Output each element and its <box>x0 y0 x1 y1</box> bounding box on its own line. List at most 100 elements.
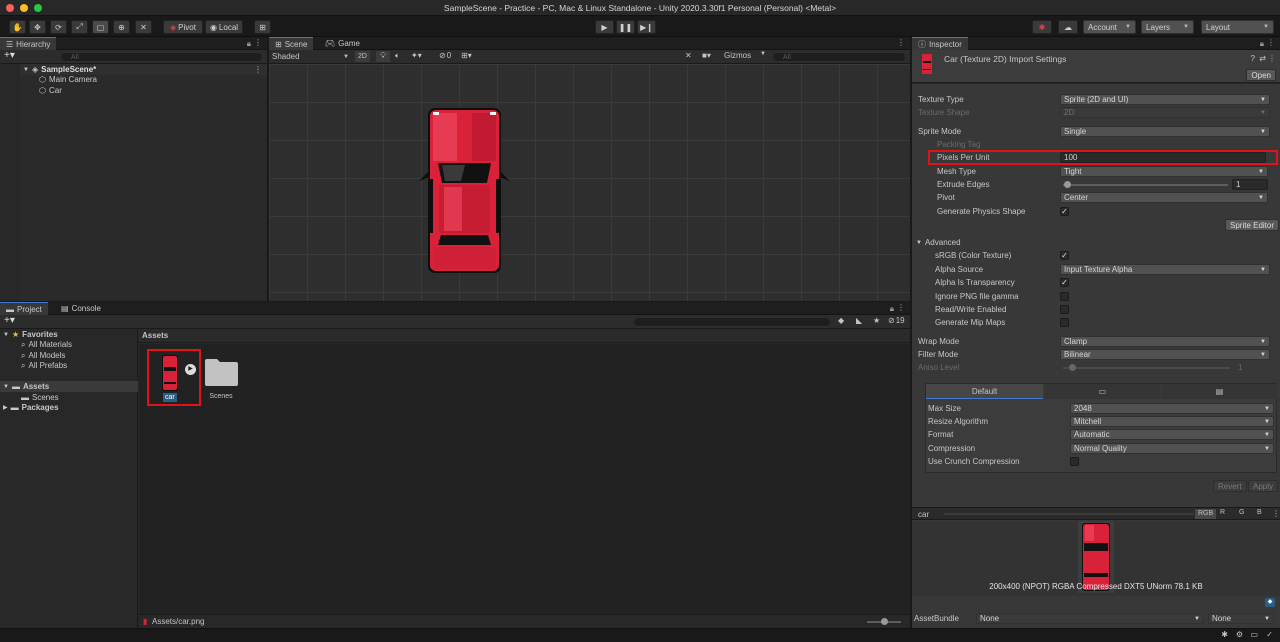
tab-project[interactable]: ▬ Project <box>0 302 48 315</box>
2d-toggle-button[interactable]: 2D <box>355 51 370 62</box>
panel-menu-icon[interactable]: ⋮ <box>897 303 905 312</box>
local-toggle-button[interactable]: ◉ Local <box>205 20 243 34</box>
mip-slider-icon[interactable]: ⋮ <box>1272 509 1280 518</box>
cache-icon[interactable]: ▭ <box>1250 630 1258 639</box>
tab-scene[interactable]: ⊞ Scene <box>269 37 314 50</box>
channel-b-button[interactable]: B <box>1257 509 1262 516</box>
project-search-input[interactable] <box>633 317 831 327</box>
list-item[interactable]: ⬡ Car <box>39 85 62 96</box>
alpha-transparency-checkbox[interactable]: ✓ <box>1060 278 1069 287</box>
filter-type-icon[interactable]: ◆ <box>838 316 844 325</box>
generate-physics-checkbox[interactable]: ✓ <box>1060 207 1069 216</box>
asset-item-car[interactable]: ▶ car <box>147 349 201 406</box>
rotate-tool-icon[interactable]: ⟳ <box>50 20 67 34</box>
panel-menu-icon[interactable]: ⋮ <box>254 38 262 47</box>
expand-sprite-icon[interactable]: ▶ <box>185 364 196 375</box>
cloud-icon[interactable]: ☁ <box>1058 20 1078 34</box>
packages-row[interactable]: ▶ ▬ Packages <box>3 402 59 413</box>
account-dropdown[interactable]: Account ▼ <box>1083 20 1136 34</box>
extrude-edges-slider[interactable] <box>1060 179 1228 190</box>
pivot-toggle-button[interactable]: ◈ Pivot <box>163 20 203 34</box>
read-write-checkbox[interactable] <box>1060 305 1069 314</box>
hand-tool-icon[interactable]: ✋ <box>9 20 26 34</box>
channel-rgb-button[interactable]: RGB <box>1195 509 1217 519</box>
max-size-dropdown[interactable]: 2048 ▼ <box>1070 403 1274 414</box>
presets-icon[interactable]: ⇄ <box>1259 54 1266 63</box>
filter-mode-dropdown[interactable]: Bilinear ▼ <box>1060 349 1270 360</box>
alpha-source-dropdown[interactable]: Input Texture Alpha ▼ <box>1060 264 1270 275</box>
collab-icon[interactable]: ✱ <box>1032 20 1052 34</box>
expand-icon[interactable]: ▼ <box>23 67 29 73</box>
apply-button[interactable]: Apply <box>1248 480 1279 492</box>
texture-type-dropdown[interactable]: Sprite (2D and UI) ▼ <box>1060 94 1270 105</box>
gizmos-dropdown[interactable]: Gizmos ▼ <box>724 51 766 60</box>
help-icon[interactable]: ? <box>1251 54 1255 63</box>
scene-viewport[interactable] <box>269 64 910 301</box>
preview-drag-handle[interactable] <box>944 513 1194 515</box>
pixels-per-unit-input[interactable]: 100 <box>1060 152 1266 163</box>
breadcrumb-assets[interactable]: Assets <box>142 331 168 340</box>
shading-dropdown[interactable]: Shaded ▼ <box>272 51 349 62</box>
tab-webgl-platform[interactable]: ▤ <box>1162 384 1277 399</box>
mip-maps-checkbox[interactable] <box>1060 318 1069 327</box>
effects-icon[interactable]: ✦▾ <box>411 51 422 60</box>
play-button[interactable]: ▶ <box>595 20 614 34</box>
move-tool-icon[interactable]: ✥ <box>29 20 46 34</box>
ignore-png-gamma-checkbox[interactable] <box>1060 292 1069 301</box>
expand-icon[interactable]: ▼ <box>3 384 9 390</box>
assets-row[interactable]: ▼ ▬ Assets <box>0 381 138 392</box>
hidden-objects-toggle[interactable]: ⊘ 0 <box>439 51 451 60</box>
asset-item-scenes[interactable]: Scenes <box>203 349 239 406</box>
rect-tool-icon[interactable]: ▢ <box>92 20 109 34</box>
grid-snap-icon[interactable]: ⊞ <box>254 20 271 34</box>
slider-knob[interactable] <box>1064 181 1071 188</box>
auto-refresh-icon[interactable]: ✓ <box>1266 630 1273 639</box>
favorite-item[interactable]: ⌕ All Materials <box>21 339 72 350</box>
asset-bundle-dropdown[interactable]: None ▼ <box>976 613 1204 624</box>
lock-icon[interactable]: 🔒︎ <box>1260 39 1264 49</box>
pivot-dropdown[interactable]: Center ▼ <box>1060 192 1268 203</box>
audio-icon[interactable]: 🔈︎ <box>395 51 400 61</box>
lock-icon[interactable]: 🔒︎ <box>247 39 251 49</box>
list-item[interactable]: ⬡ Main Camera <box>39 74 97 85</box>
favorite-star-icon[interactable]: ★ <box>873 316 880 325</box>
expand-icon[interactable]: ▼ <box>3 332 9 338</box>
tab-hierarchy[interactable]: ☰ Hierarchy <box>0 37 57 50</box>
lock-icon[interactable]: 🔒︎ <box>890 304 894 314</box>
scene-search-input[interactable]: All <box>772 52 906 62</box>
format-dropdown[interactable]: Automatic ▼ <box>1070 429 1274 440</box>
sprite-editor-button[interactable]: Sprite Editor <box>1225 219 1280 231</box>
car-sprite[interactable] <box>417 107 512 275</box>
expand-icon[interactable]: ▼ <box>916 240 922 246</box>
icon-size-slider-knob[interactable] <box>881 618 888 625</box>
transform-tool-icon[interactable]: ⊕ <box>113 20 130 34</box>
hidden-packages-toggle[interactable]: ⊘ 19 <box>888 316 905 325</box>
add-icon[interactable]: +▾ <box>4 50 15 61</box>
compression-dropdown[interactable]: Normal Quality ▼ <box>1070 443 1274 454</box>
tab-inspector[interactable]: ⓘ Inspector <box>912 37 968 50</box>
channel-g-button[interactable]: G <box>1239 509 1244 516</box>
channel-r-button[interactable]: R <box>1220 509 1225 516</box>
wrap-mode-dropdown[interactable]: Clamp ▼ <box>1060 336 1270 347</box>
progress-icon[interactable]: ✱ <box>1221 630 1228 639</box>
tab-standalone-platform[interactable]: ▭ <box>1044 384 1161 399</box>
favorite-item[interactable]: ⌕ All Prefabs <box>21 360 67 371</box>
tab-game[interactable]: 🎮︎ Game <box>319 37 366 50</box>
scene-menu-icon[interactable]: ⋮ <box>254 65 262 74</box>
extrude-edges-input[interactable]: 1 <box>1232 179 1268 190</box>
lighting-icon[interactable]: 💡︎ <box>376 51 390 62</box>
mesh-type-dropdown[interactable]: Tight ▼ <box>1060 166 1268 177</box>
add-icon[interactable]: +▾ <box>4 315 15 326</box>
step-button[interactable]: ▶❙ <box>637 20 656 34</box>
pause-button[interactable]: ❚❚ <box>616 20 635 34</box>
layout-dropdown[interactable]: Layout ▼ <box>1201 20 1274 34</box>
revert-button[interactable]: Revert <box>1213 480 1247 492</box>
component-menu-icon[interactable]: ⋮ <box>1268 54 1276 63</box>
open-button[interactable]: Open <box>1246 69 1276 81</box>
camera-icon[interactable]: ■▾ <box>702 51 711 60</box>
scale-tool-icon[interactable]: ⤢ <box>71 20 88 34</box>
panel-menu-icon[interactable]: ⋮ <box>1267 38 1275 47</box>
hierarchy-search-input[interactable]: All <box>60 52 263 62</box>
advanced-foldout[interactable]: ▼ Advanced <box>916 236 1274 249</box>
sprite-mode-dropdown[interactable]: Single ▼ <box>1060 126 1270 137</box>
